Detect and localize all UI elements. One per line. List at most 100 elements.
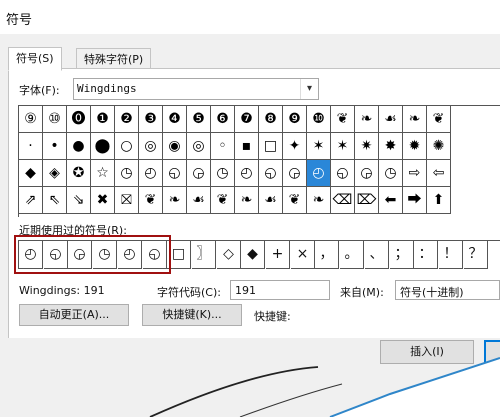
recent-symbol-cell[interactable]: + [266,241,290,269]
recent-symbol-cell[interactable]: ； [390,241,414,269]
shortcut-key-button[interactable]: 快捷键(K)... [142,304,242,326]
symbol-cell[interactable]: ◵ [163,160,187,187]
recent-symbol-cell[interactable]: × [291,241,315,269]
font-select[interactable]: Wingdings ▾ [73,78,319,100]
symbol-cell[interactable]: ✶ [331,133,355,160]
symbol-cell[interactable]: ▪ [235,133,259,160]
symbol-cell[interactable]: ◴ [235,160,259,187]
symbol-cell[interactable]: ❻ [211,106,235,133]
insert-button[interactable]: 插入(I) [380,340,474,364]
char-code-input[interactable]: 191 [230,280,330,300]
symbol-cell[interactable]: ⑩ [43,106,67,133]
symbol-cell[interactable]: ❧ [163,187,187,214]
symbol-cell[interactable]: ◵ [331,160,355,187]
symbol-cell[interactable]: ✪ [67,160,91,187]
symbol-cell[interactable]: ◶ [283,160,307,187]
symbol-cell[interactable]: ⓿ [67,106,91,133]
symbol-cell[interactable]: ✶ [307,133,331,160]
from-select[interactable]: 符号(十进制) [395,280,500,300]
symbol-cell[interactable]: ❸ [139,106,163,133]
symbol-cell[interactable]: ● [67,133,91,160]
symbol-cell[interactable]: ❦ [211,187,235,214]
symbol-cell[interactable]: ❶ [91,106,115,133]
from-select-value: 符号(十进制) [400,286,464,299]
recent-symbol-cell[interactable]: ◆ [241,241,265,269]
symbol-cell[interactable]: ✷ [355,133,379,160]
symbol-cell[interactable]: ◈ [43,160,67,187]
symbol-cell[interactable]: ✺ [427,133,451,160]
tab-symbols[interactable]: 符号(S) [8,47,62,71]
highlight-box [14,235,171,274]
symbol-cell[interactable]: ○ [115,133,139,160]
symbol-cell[interactable]: ✖ [91,187,115,214]
symbol-cell[interactable]: ❽ [259,106,283,133]
symbol-cell[interactable]: ⮕ [403,187,427,214]
symbol-cell[interactable]: ⇦ [427,160,451,187]
symbol-cell[interactable]: ◶ [187,160,211,187]
symbol-cell[interactable]: ⇖ [43,187,67,214]
recent-symbol-cell[interactable]: ： [414,241,438,269]
symbol-cell[interactable]: ❦ [139,187,163,214]
symbol-cell[interactable]: ⇨ [403,160,427,187]
symbol-cell[interactable]: ❼ [235,106,259,133]
recent-symbol-cell[interactable]: ？ [464,241,488,269]
recent-symbol-cell[interactable]: 、 [365,241,389,269]
symbol-cell[interactable]: ✦ [283,133,307,160]
symbol-cell[interactable]: ◴ [139,160,163,187]
symbol-cell[interactable]: ⌦ [355,187,379,214]
symbol-cell[interactable]: • [43,133,67,160]
symbol-cell[interactable]: ◶ [355,160,379,187]
symbol-cell[interactable]: ❧ [235,187,259,214]
symbol-cell[interactable]: ◴ [307,160,331,187]
symbol-cell[interactable]: ◵ [259,160,283,187]
symbol-cell[interactable]: ☆ [91,160,115,187]
symbol-cell[interactable]: ☙ [379,106,403,133]
symbol-cell[interactable]: ❷ [115,106,139,133]
symbol-cell[interactable]: ◷ [115,160,139,187]
symbol-cell[interactable]: ⑨ [19,106,43,133]
chevron-down-icon[interactable]: ▾ [300,79,318,99]
recent-symbol-cell[interactable]: ◇ [217,241,241,269]
cancel-button-edge[interactable] [484,340,500,364]
char-code-label: 字符代码(C): [157,286,221,299]
symbol-cell[interactable]: ◆ [19,160,43,187]
symbol-cell[interactable]: ☙ [259,187,283,214]
symbol-cell[interactable]: ❦ [331,106,355,133]
recent-symbol-cell[interactable]: ， [315,241,339,269]
font-select-value: Wingdings [77,82,137,95]
symbol-cell[interactable]: ⇘ [67,187,91,214]
symbol-cell[interactable]: ⬆ [427,187,451,214]
symbol-cell[interactable]: ✸ [379,133,403,160]
symbol-cell[interactable]: ⇗ [19,187,43,214]
symbol-cell[interactable]: ◷ [379,160,403,187]
symbol-cell[interactable]: ❧ [307,187,331,214]
symbol-cell[interactable]: ◉ [163,133,187,160]
symbol-cell[interactable]: ❺ [187,106,211,133]
symbol-cell[interactable]: ◎ [187,133,211,160]
symbol-cell[interactable]: ❾ [283,106,307,133]
shortcut-key-label: 快捷键: [254,310,291,323]
symbol-cell[interactable]: ◦ [211,133,235,160]
symbol-cell[interactable]: ❿ [307,106,331,133]
recent-symbol-cell[interactable]: ！ [439,241,463,269]
symbol-cell[interactable]: ☙ [187,187,211,214]
recent-symbol-cell[interactable]: 〗 [192,241,216,269]
symbol-cell[interactable]: ❹ [163,106,187,133]
symbol-cell[interactable]: ◷ [211,160,235,187]
symbol-cell[interactable]: ❧ [403,106,427,133]
font-label: 字体(F): [19,84,60,97]
autocorrect-button[interactable]: 自动更正(A)... [19,304,129,326]
symbol-cell[interactable]: ⬤ [91,133,115,160]
recent-symbol-cell[interactable]: 。 [340,241,364,269]
symbol-cell[interactable]: ❦ [283,187,307,214]
symbol-cell[interactable]: · [19,133,43,160]
symbol-cell[interactable]: ⌫ [331,187,355,214]
symbol-cell[interactable]: ❧ [355,106,379,133]
symbol-cell[interactable]: □ [259,133,283,160]
symbol-cell[interactable]: ⬅ [379,187,403,214]
symbol-cell[interactable]: ◎ [139,133,163,160]
symbol-cell[interactable]: ⛝ [115,187,139,214]
char-code-value: 191 [235,284,256,297]
symbol-cell[interactable]: ❦ [427,106,451,133]
symbol-cell[interactable]: ✹ [403,133,427,160]
